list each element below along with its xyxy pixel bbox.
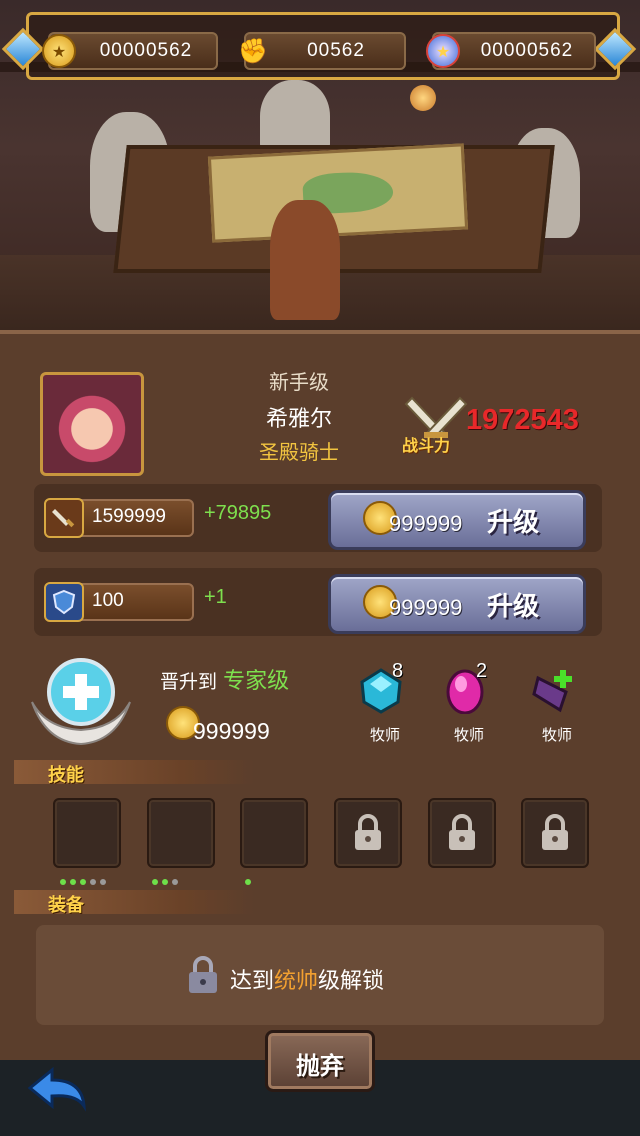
defense-row: 100 +1 999999 升级	[34, 568, 602, 636]
upgrade-attack-button[interactable]: 999999 升级	[328, 490, 586, 550]
gold-counter: ★ 00000562	[42, 32, 218, 70]
equipment-locked-panel: 达到统帅级解锁	[36, 925, 604, 1025]
promote-text: 晋升到 专家级	[160, 663, 289, 695]
upgrade-defense-label: 升级	[487, 592, 540, 622]
lock-icon	[355, 814, 381, 850]
hero-avatar[interactable]	[40, 372, 144, 476]
power-counter: ✊ 00562	[238, 32, 406, 70]
skill-slot-1[interactable]	[53, 798, 121, 868]
upgrade-attack-label: 升级	[487, 508, 540, 538]
gold-value: 00000562	[99, 40, 193, 61]
shield-icon	[44, 582, 84, 622]
skill-slot-2[interactable]	[147, 798, 215, 868]
material-blue-gem[interactable]: 8 牧师	[350, 660, 420, 750]
equipment-header: 装备	[14, 890, 254, 916]
unlock-msg-rank: 统帅	[274, 969, 319, 994]
gem-counter-value: 00000562	[480, 40, 574, 61]
attack-stat-box: 1599999	[44, 498, 194, 538]
purple-crystal-icon	[532, 670, 572, 713]
hero-character	[270, 200, 340, 320]
material-label: 牧师	[369, 726, 400, 744]
skill-slot-3[interactable]	[240, 798, 308, 868]
defense-stat-box: 100	[44, 582, 194, 622]
equipment-title: 装备	[48, 895, 84, 916]
material-purple-crystal[interactable]: 牧师	[522, 660, 592, 750]
lock-icon	[189, 956, 217, 993]
gem-counter: ★ 00000562	[426, 32, 596, 70]
skills-title: 技能	[48, 765, 84, 786]
lock-icon	[542, 814, 568, 850]
map	[207, 143, 469, 243]
equipment-unlock-message: 达到统帅级解锁	[230, 963, 384, 995]
skill-slot-5-locked[interactable]	[428, 798, 496, 868]
attack-row: 1599999 +79895 999999 升级	[34, 484, 602, 552]
power-value: 1972543	[466, 404, 579, 436]
material-label: 牧师	[453, 726, 484, 744]
unlock-msg-part: 级解锁	[318, 969, 385, 994]
attack-value: 1599999	[92, 506, 166, 527]
material-pink-gem[interactable]: 2 牧师	[434, 660, 504, 750]
fist-icon: ✊	[238, 37, 268, 65]
hero-grade: 新手级	[269, 370, 329, 394]
lock-icon	[449, 814, 475, 850]
attack-increment: +79895	[204, 502, 272, 524]
skill-slot-6-locked[interactable]	[521, 798, 589, 868]
material-count: 8	[392, 660, 404, 682]
material-count: 2	[476, 660, 488, 682]
promote-cost: 999999	[193, 718, 270, 744]
star-medal-icon: ★	[426, 34, 460, 68]
sword-icon	[44, 498, 84, 538]
skills-header: 技能	[14, 760, 254, 786]
discard-button[interactable]: 抛弃	[265, 1030, 375, 1092]
power-counter-value: 00562	[307, 40, 365, 61]
promote-prefix: 晋升到	[160, 671, 218, 693]
skill-level-dots-2	[152, 870, 182, 885]
discard-label: 抛弃	[296, 1052, 344, 1080]
skill-slot-4-locked[interactable]	[334, 798, 402, 868]
upgrade-defense-button[interactable]: 999999 升级	[328, 574, 586, 634]
skill-level-dots-1	[60, 870, 110, 885]
upgrade-attack-cost: 999999	[389, 511, 463, 536]
power-label: 战斗力	[402, 436, 451, 455]
back-arrow-icon[interactable]	[26, 1066, 90, 1118]
material-label: 牧师	[541, 726, 572, 744]
promote-target: 专家级	[223, 669, 290, 694]
hero-name: 希雅尔	[265, 407, 332, 432]
upgrade-defense-cost: 999999	[389, 595, 463, 620]
gold-coin-icon: ★	[42, 34, 76, 68]
skill-level-dots-3	[245, 870, 255, 885]
promote-emblem-icon[interactable]	[26, 652, 136, 748]
hero-class: 圣殿骑士	[259, 440, 339, 464]
defense-value: 100	[92, 590, 124, 611]
resource-bar: ★ 00000562 ✊ 00562 ★ 00000562	[0, 8, 640, 80]
defense-increment: +1	[204, 586, 227, 608]
lamp	[410, 85, 436, 111]
unlock-msg-part: 达到	[230, 969, 275, 994]
